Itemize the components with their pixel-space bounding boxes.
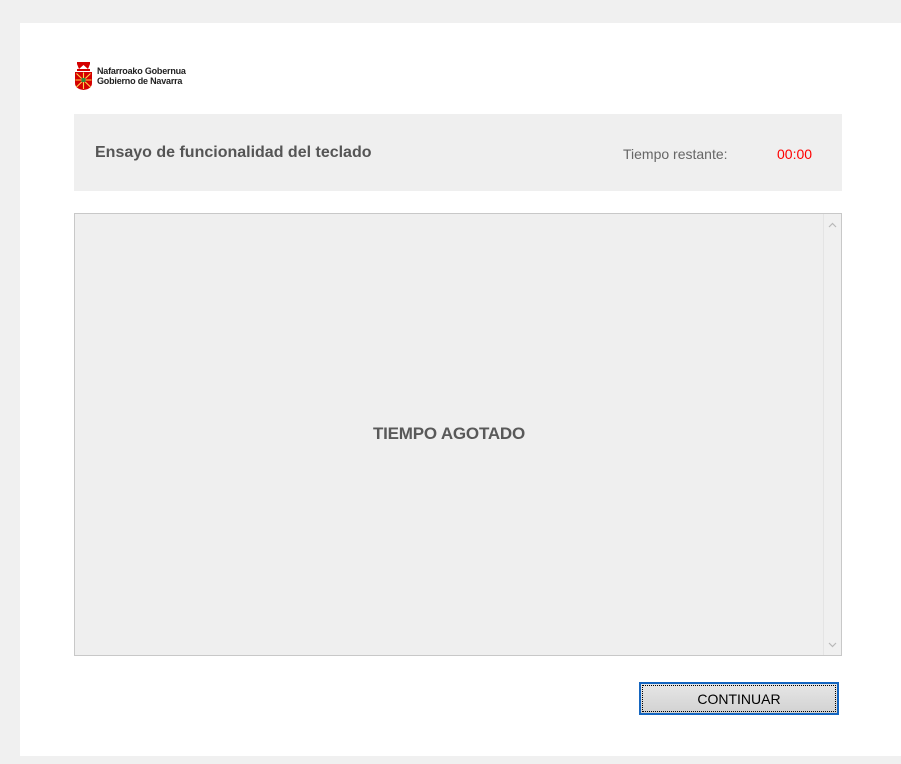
government-logo: Nafarroako Gobernua Gobierno de Navarra xyxy=(74,62,186,90)
header-bar: Ensayo de funcionalidad del teclado Tiem… xyxy=(74,114,842,191)
logo-text: Nafarroako Gobernua Gobierno de Navarra xyxy=(97,66,186,86)
logo-line-spanish: Gobierno de Navarra xyxy=(97,76,183,86)
chevron-up-icon[interactable] xyxy=(824,216,841,233)
timer-label: Tiempo restante: xyxy=(623,146,728,162)
typing-area[interactable]: TIEMPO AGOTADO xyxy=(74,213,842,656)
page-container: Nafarroako Gobernua Gobierno de Navarra … xyxy=(20,23,901,756)
continue-button[interactable]: CONTINUAR xyxy=(639,682,839,715)
navarra-coat-of-arms-icon xyxy=(74,62,93,90)
timer-value: 00:00 xyxy=(777,146,813,162)
page-title: Ensayo de funcionalidad del teclado xyxy=(95,144,372,161)
logo-line-basque: Nafarroako Gobernua xyxy=(97,66,186,76)
chevron-down-icon[interactable] xyxy=(824,636,841,653)
vertical-scrollbar[interactable] xyxy=(823,214,841,655)
timeout-message: TIEMPO AGOTADO xyxy=(372,424,526,443)
